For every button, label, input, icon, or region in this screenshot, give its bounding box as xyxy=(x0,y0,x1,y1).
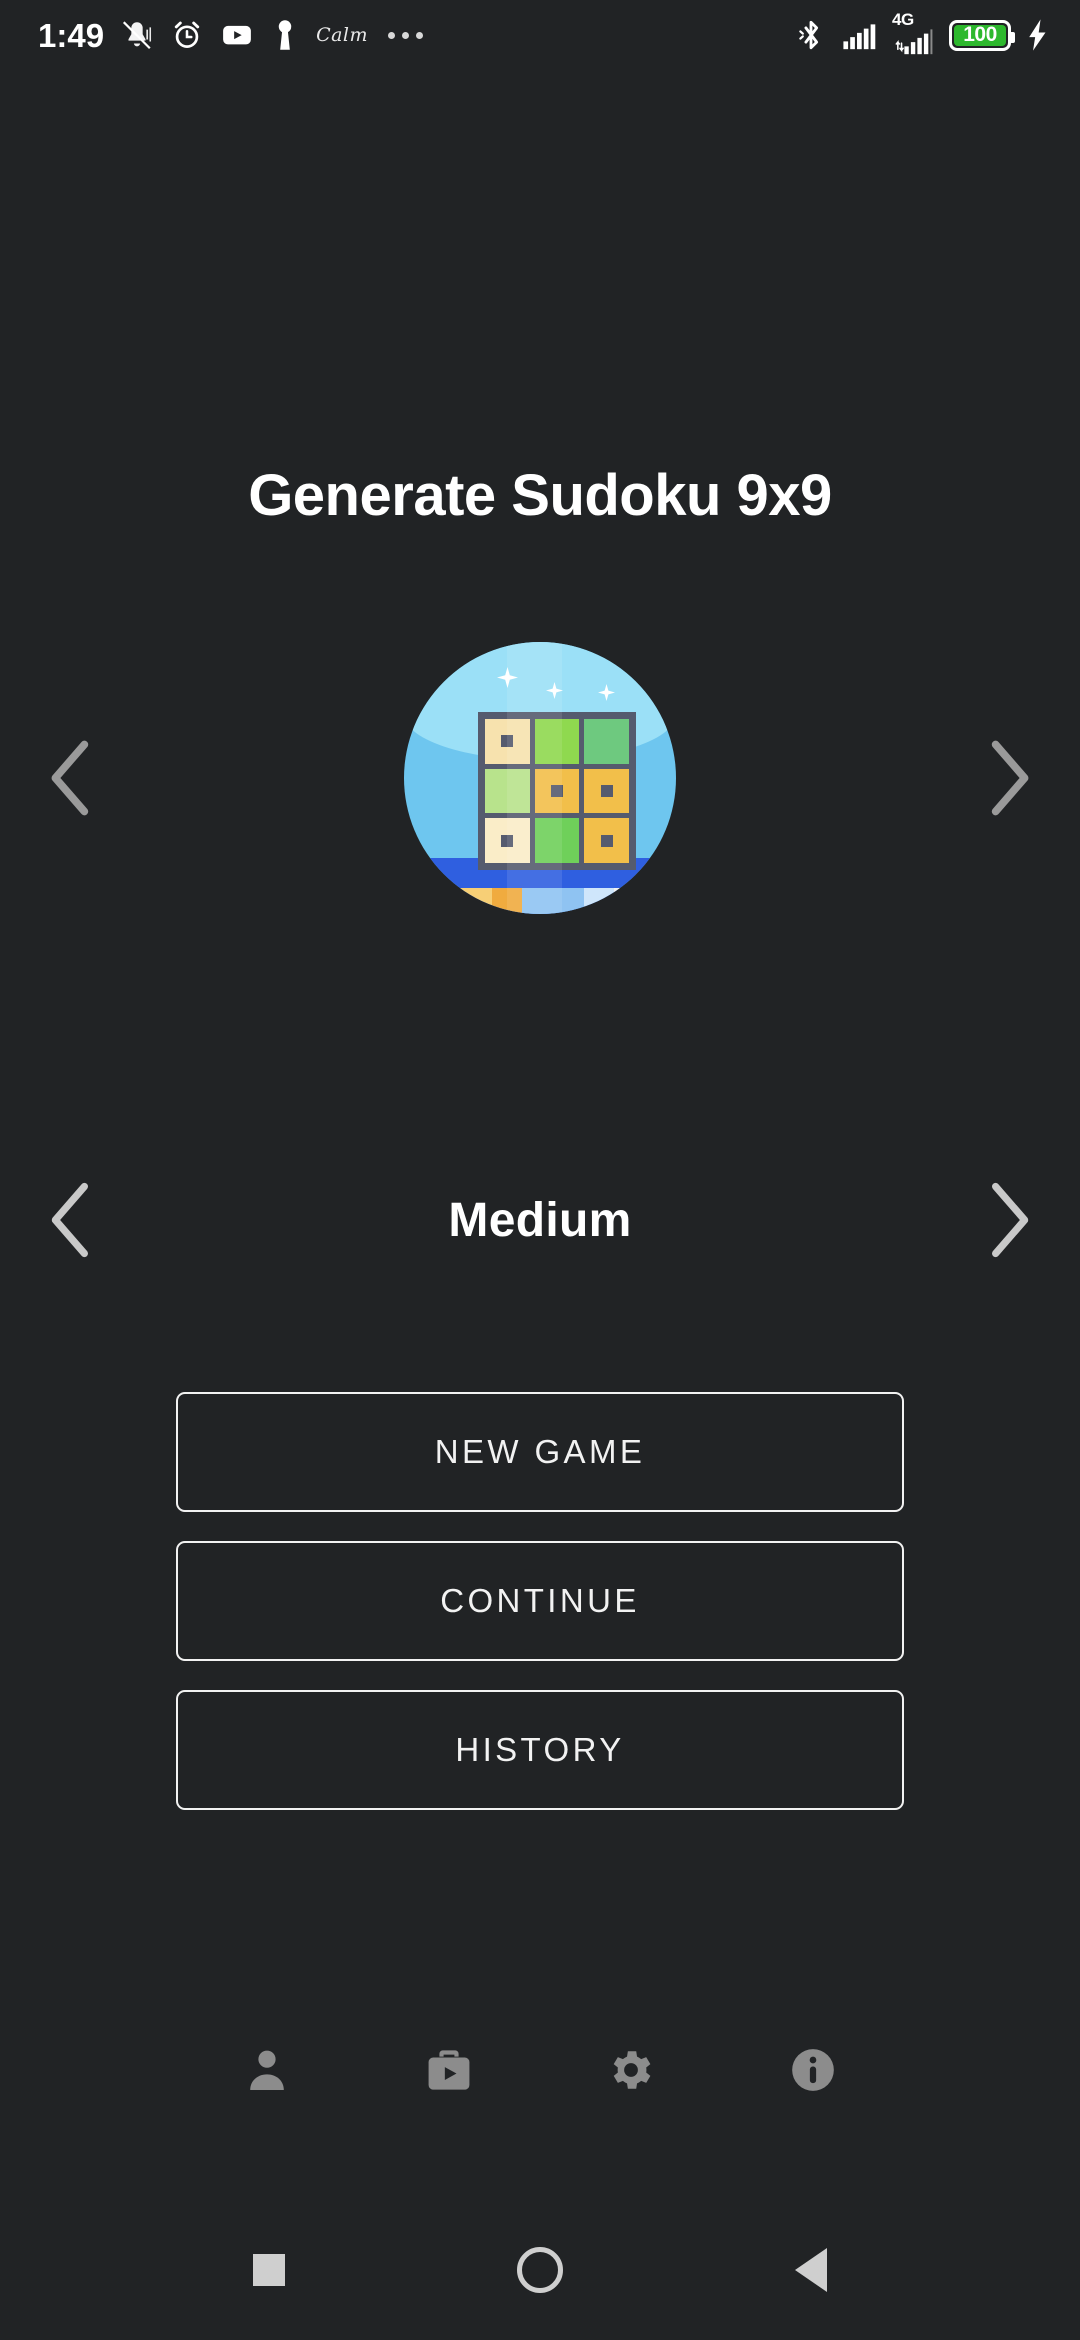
continue-button[interactable]: CONTINUE xyxy=(176,1541,904,1661)
store-icon[interactable] xyxy=(419,2040,479,2100)
more-dots-icon xyxy=(388,31,424,39)
battery-icon: 100 xyxy=(949,19,1015,51)
bluetooth-icon xyxy=(799,20,819,50)
variant-prev-chevron-left-icon[interactable] xyxy=(44,740,98,816)
alarm-icon xyxy=(174,21,200,48)
new-game-button[interactable]: NEW GAME xyxy=(176,1392,904,1512)
status-bar-clock: 1:49 xyxy=(38,16,105,54)
calm-app-label: Calm xyxy=(316,24,369,46)
app-icon-grid-cell-dot xyxy=(501,735,514,748)
app-icon-grid-cell-dot xyxy=(600,834,613,847)
app-screen: 1:49 Calm 4G 100 Generate Sudoku 9x9 Med… xyxy=(0,0,1080,2340)
app-icon-grid-cell xyxy=(584,768,629,814)
main-menu: NEW GAME CONTINUE HISTORY xyxy=(176,1392,904,1810)
vibrate-off-icon xyxy=(123,21,152,50)
history-button[interactable]: HISTORY xyxy=(176,1690,904,1810)
android-navigation-bar xyxy=(0,2200,1080,2340)
app-icon-grid-cell xyxy=(485,719,530,764)
difficulty-next-chevron-right-icon[interactable] xyxy=(982,1182,1036,1258)
sudoku-app-icon[interactable] xyxy=(404,642,676,914)
status-bar-right: 4G 100 xyxy=(796,10,1050,57)
difficulty-value: Medium xyxy=(448,1193,632,1247)
settings-gear-icon[interactable] xyxy=(601,2040,661,2100)
difficulty-prev-chevron-left-icon[interactable] xyxy=(44,1182,98,1258)
app-icon-grid-cell xyxy=(485,768,530,814)
page-title: Generate Sudoku 9x9 xyxy=(248,463,832,528)
profile-icon[interactable] xyxy=(237,2040,297,2100)
battery-percent-label: 100 xyxy=(963,23,997,46)
youtube-icon xyxy=(223,25,251,45)
app-icon-grid-cell xyxy=(584,719,629,764)
app-icon-grid-cell-dot xyxy=(550,784,563,797)
status-bar: 1:49 Calm 4G 100 xyxy=(0,0,1080,70)
app-icon-grid-cell xyxy=(584,818,629,863)
app-icon-grid-cell xyxy=(534,719,580,764)
difficulty-carousel: Medium xyxy=(0,1165,1080,1275)
keyhole-icon xyxy=(278,20,292,50)
app-icon-grid-cell xyxy=(534,768,580,814)
app-icon-sudoku-grid xyxy=(478,712,636,870)
home-circle-button[interactable] xyxy=(517,2247,563,2293)
app-icon-grid-cell-dot xyxy=(600,784,613,797)
variant-next-chevron-right-icon[interactable] xyxy=(982,740,1036,816)
charging-bolt-icon xyxy=(1029,19,1046,51)
variant-carousel xyxy=(0,628,1080,928)
bottom-icon-bar xyxy=(0,2040,1080,2100)
info-icon[interactable] xyxy=(783,2040,843,2100)
status-bar-left: 1:49 Calm xyxy=(38,16,424,54)
app-icon-grid-cell-dot xyxy=(501,834,514,847)
app-icon-grid-cell xyxy=(485,818,530,863)
back-triangle-button[interactable] xyxy=(795,2248,827,2292)
signal-4g-icon: 4G xyxy=(892,10,936,57)
network-type-label: 4G xyxy=(892,10,914,29)
pencil-icon xyxy=(422,886,662,914)
signal-icon xyxy=(843,24,876,50)
app-icon-grid-cell xyxy=(534,818,580,863)
recents-square-button[interactable] xyxy=(253,2254,285,2286)
